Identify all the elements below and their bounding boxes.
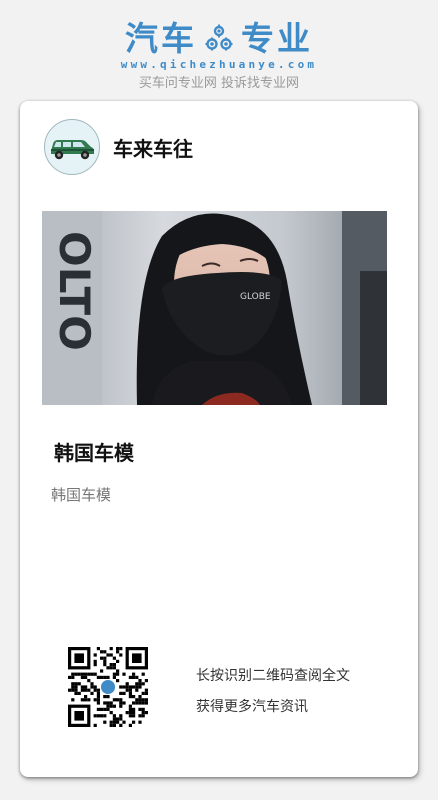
qr-caption: 长按识别二维码查阅全文 获得更多汽车资讯 <box>196 661 350 723</box>
brand-header: 汽车 专业 www.qichezhuanye.com 买车问专业网 投诉找专业网 <box>0 0 438 100</box>
qr-caption-line1: 长按识别二维码查阅全文 <box>196 668 350 684</box>
qr-caption-line2: 获得更多汽车资讯 <box>196 699 308 715</box>
author-name: 车来车往 <box>113 136 193 161</box>
article-card[interactable]: 车来车往 OLTO GLOBE 韩国车模 韩国车模 长按识别二维码查阅全文 获得… <box>20 101 418 777</box>
qr-code-icon[interactable] <box>68 647 148 727</box>
brand-logo: 汽车 专业 <box>0 18 438 60</box>
svg-text:GLOBE: GLOBE <box>240 292 271 302</box>
article-image[interactable]: OLTO GLOBE <box>42 211 387 405</box>
svg-text:OLTO: OLTO <box>50 231 99 351</box>
author-row[interactable]: 车来车往 <box>44 119 193 175</box>
brand-url: www.qichezhuanye.com <box>120 58 318 71</box>
gear-icon <box>203 23 235 55</box>
brand-word-right: 专业 <box>241 19 313 58</box>
brand-slogan: 买车问专业网 投诉找专业网 <box>138 76 300 91</box>
article-summary: 韩国车模 <box>51 486 112 504</box>
car-icon <box>51 140 94 160</box>
avatar[interactable] <box>44 119 100 175</box>
article-title: 韩国车模 <box>54 441 134 465</box>
brand-word-left: 汽车 <box>125 19 197 58</box>
